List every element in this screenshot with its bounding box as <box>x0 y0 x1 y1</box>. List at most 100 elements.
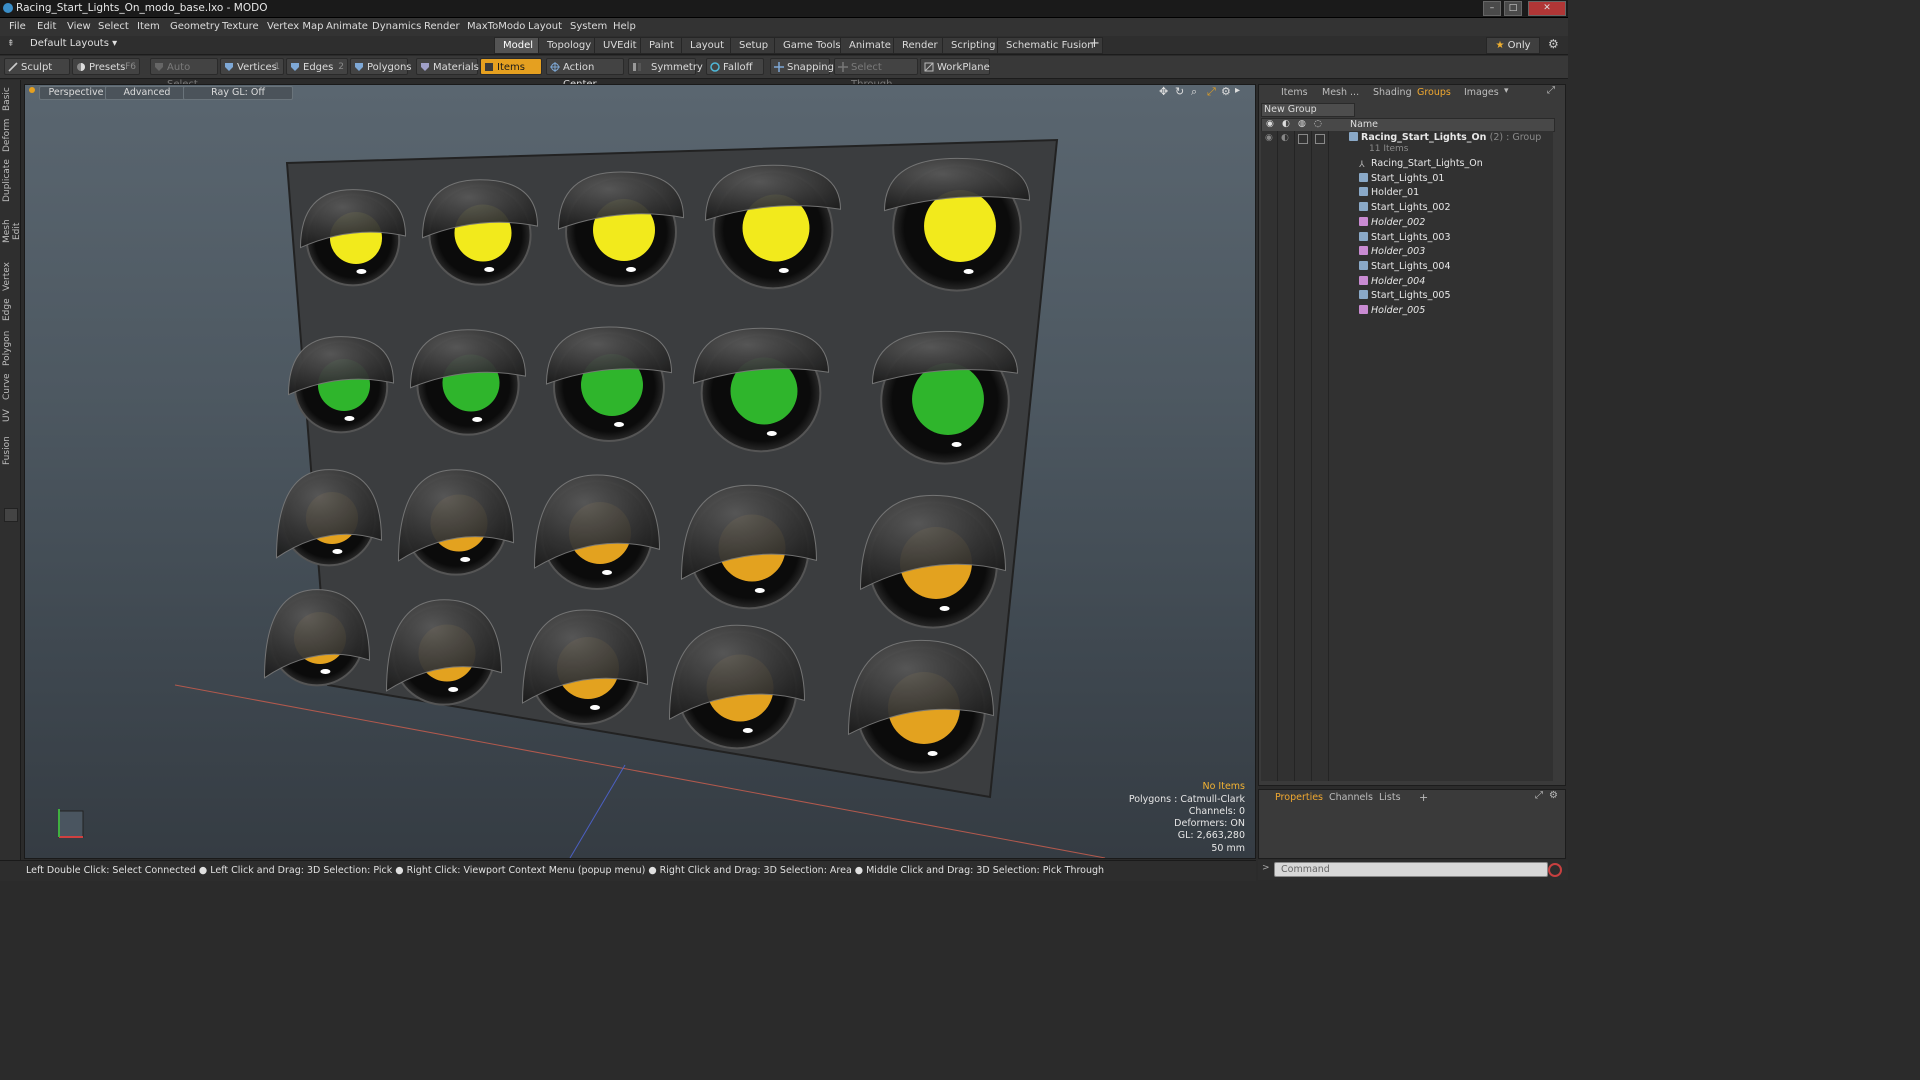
auto-select-button[interactable]: Auto Select <box>150 58 218 90</box>
workplane-button[interactable]: WorkPlane <box>920 58 990 75</box>
group-visibility-icon[interactable]: ◉ <box>1265 133 1273 143</box>
edges-button[interactable]: Edges 2 <box>286 58 348 75</box>
group-lock-checkbox[interactable] <box>1298 134 1308 144</box>
panel-tabs-dropdown-icon[interactable]: ▾ <box>1504 86 1509 96</box>
select-through-button[interactable]: Select Through <box>834 58 918 90</box>
tab-animate[interactable]: Animate <box>840 37 900 54</box>
group-item-row[interactable]: Start_Lights_003 <box>1359 231 1451 245</box>
tab-setup[interactable]: Setup <box>730 37 778 54</box>
menu-dynamics[interactable]: Dynamics <box>372 21 421 32</box>
tab-channels[interactable]: Channels <box>1329 792 1373 804</box>
group-item-row[interactable]: Start_Lights_005 <box>1359 289 1451 303</box>
properties-gear-icon[interactable]: ⚙ <box>1549 790 1558 801</box>
vertices-button[interactable]: Vertices 1 <box>220 58 284 75</box>
tab-mesh[interactable]: Mesh ... <box>1322 87 1359 99</box>
group-item-row[interactable]: Start_Lights_004 <box>1359 260 1451 274</box>
falloff-button[interactable]: Falloff <box>706 58 764 75</box>
group-item-row[interactable]: Holder_003 <box>1359 245 1425 259</box>
add-panel-tab-icon[interactable]: + <box>1419 791 1428 804</box>
menu-edit[interactable]: Edit <box>37 21 56 32</box>
tab-items[interactable]: Items <box>1281 87 1308 99</box>
group-item-row[interactable]: Start_Lights_002 <box>1359 201 1451 215</box>
viewport-menu-arrow-icon[interactable]: ▸ <box>1235 85 1240 96</box>
minimize-button[interactable]: – <box>1483 1 1501 16</box>
tab-basic[interactable]: Basic <box>2 86 18 112</box>
menu-layout[interactable]: Layout <box>528 21 562 32</box>
layout-selector[interactable]: Default Layouts ▾ <box>30 38 117 49</box>
menu-help[interactable]: Help <box>613 21 636 32</box>
group-item-row[interactable]: Holder_002 <box>1359 216 1425 230</box>
select-toggle-icon[interactable]: ◌ <box>1314 119 1322 129</box>
tab-paint[interactable]: Paint <box>640 37 683 54</box>
tab-mesh-edit[interactable]: Mesh Edit <box>2 210 22 252</box>
tab-shading[interactable]: Shading <box>1373 87 1412 99</box>
viewport-3d[interactable]: Perspective Advanced Ray GL: Off ✥ ↻ ⌕ ⤢… <box>24 84 1256 859</box>
only-toggle[interactable]: ★ Only <box>1486 37 1540 54</box>
tab-scripting[interactable]: Scripting <box>942 37 1005 54</box>
tab-duplicate[interactable]: Duplicate <box>2 159 18 202</box>
move-view-icon[interactable]: ✥ <box>1159 85 1168 98</box>
group-select-checkbox[interactable] <box>1315 134 1325 144</box>
new-group-button[interactable]: New Group <box>1261 103 1355 117</box>
menu-maxtomodo[interactable]: MaxToModo <box>467 21 525 32</box>
tab-deform[interactable]: Deform <box>2 119 18 152</box>
tab-polygon[interactable]: Polygon <box>2 330 18 366</box>
materials-button[interactable]: Materials <box>416 58 479 75</box>
rotate-view-icon[interactable]: ↻ <box>1175 85 1184 98</box>
menu-system[interactable]: System <box>570 21 607 32</box>
symmetry-button[interactable]: Symmetry <box>628 58 703 75</box>
action-center-button[interactable]: Action Center <box>546 58 624 90</box>
lock-toggle-icon[interactable]: ◍ <box>1298 119 1306 129</box>
visibility-eye-icon[interactable]: ◉ <box>1266 119 1274 129</box>
command-input[interactable]: Command <box>1274 862 1548 877</box>
menu-item[interactable]: Item <box>137 21 160 32</box>
tab-properties[interactable]: Properties <box>1275 792 1323 804</box>
fit-view-icon[interactable]: ⤢ <box>1207 85 1216 99</box>
viewport-settings-icon[interactable]: ⚙ <box>1221 85 1231 98</box>
sculpt-button[interactable]: Sculpt <box>4 58 70 75</box>
shading-mode-button[interactable]: Advanced <box>105 86 189 100</box>
tab-layout[interactable]: Layout <box>681 37 733 54</box>
gear-icon[interactable]: ⚙ <box>1548 37 1559 51</box>
add-tab-icon[interactable]: + <box>1089 36 1100 51</box>
tab-vertex[interactable]: Vertex <box>2 262 18 292</box>
group-item-row[interactable]: Holder_005 <box>1359 304 1425 318</box>
view-mode-button[interactable]: Perspective <box>39 86 113 100</box>
command-history-icon[interactable] <box>1548 863 1562 877</box>
menu-view[interactable]: View <box>67 21 91 32</box>
group-item-row[interactable]: Holder_004 <box>1359 275 1425 289</box>
tab-schematic-fusion[interactable]: Schematic Fusion <box>997 37 1103 54</box>
render-toggle-icon[interactable]: ◐ <box>1282 119 1290 129</box>
tab-edge[interactable]: Edge <box>2 298 18 322</box>
menu-file[interactable]: File <box>9 21 26 32</box>
tab-uv[interactable]: UV <box>2 408 18 424</box>
tab-lists[interactable]: Lists <box>1379 792 1401 804</box>
maximize-button[interactable]: □ <box>1504 1 1522 16</box>
tab-topology[interactable]: Topology <box>538 37 601 54</box>
close-button[interactable]: ✕ <box>1528 1 1566 16</box>
menu-texture[interactable]: Texture <box>222 21 259 32</box>
tab-fusion[interactable]: Fusion <box>2 436 18 466</box>
expand-properties-icon[interactable]: ⤢ <box>1535 790 1543 801</box>
tab-uvedit[interactable]: UVEdit <box>594 37 646 54</box>
menu-vertex-map[interactable]: Vertex Map <box>267 21 323 32</box>
tab-images[interactable]: Images <box>1464 87 1499 99</box>
tab-curve[interactable]: Curve <box>2 373 18 400</box>
raygl-button[interactable]: Ray GL: Off <box>183 86 293 100</box>
tab-render[interactable]: Render <box>893 37 947 54</box>
snapping-button[interactable]: Snapping <box>770 58 834 75</box>
polygons-button[interactable]: Polygons <box>350 58 412 75</box>
expand-panel-icon[interactable]: ⤢ <box>1547 85 1555 96</box>
tab-game-tools[interactable]: Game Tools <box>774 37 850 54</box>
zoom-view-icon[interactable]: ⌕ <box>1191 85 1197 99</box>
menu-animate[interactable]: Animate <box>326 21 368 32</box>
tab-groups[interactable]: Groups <box>1417 87 1451 99</box>
menu-select[interactable]: Select <box>98 21 129 32</box>
layout-menu-icon[interactable]: ⇞ <box>7 39 15 49</box>
group-render-icon[interactable]: ◐ <box>1281 133 1289 143</box>
group-item-row[interactable]: Start_Lights_01 <box>1359 172 1444 186</box>
menu-render[interactable]: Render <box>424 21 460 32</box>
menu-geometry[interactable]: Geometry <box>170 21 220 32</box>
tab-model[interactable]: Model <box>494 37 543 54</box>
presets-button[interactable]: Presets F6 <box>72 58 140 75</box>
